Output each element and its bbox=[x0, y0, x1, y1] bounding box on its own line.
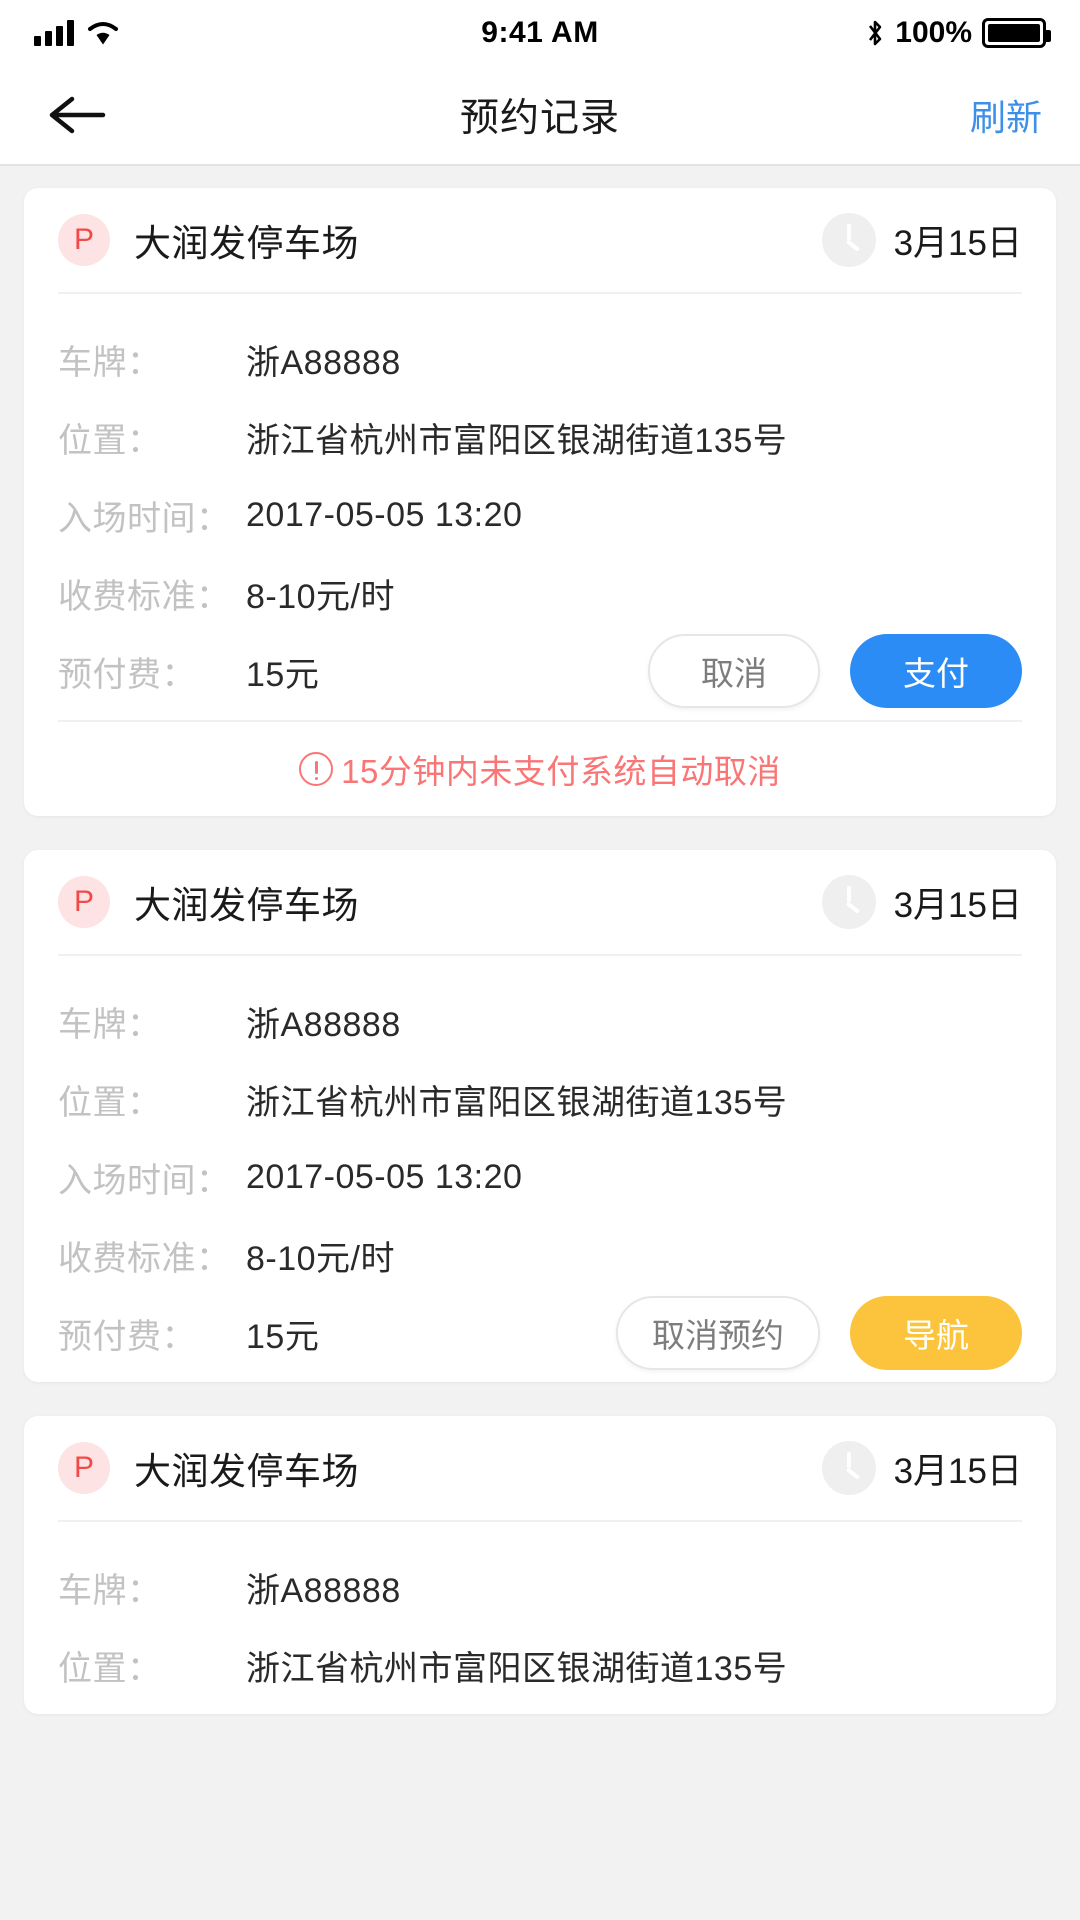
reservation-list[interactable]: P 大润发停车场 3月15日 车牌： 浙A88888 位置： 浙江省杭州市富阳区… bbox=[0, 166, 1080, 1920]
card-header: P 大润发停车场 3月15日 bbox=[58, 188, 1022, 294]
fee-standard-label: 收费标准： bbox=[58, 1239, 231, 1278]
status-bar: 9:41 AM 100% bbox=[0, 0, 1080, 66]
plate-label: 车牌： bbox=[58, 1571, 162, 1610]
page-title: 预约记录 bbox=[459, 97, 620, 140]
card-header: P 大润发停车场 3月15日 bbox=[58, 1416, 1022, 1522]
plate-row: 车牌： 浙A88888 bbox=[58, 982, 1022, 1060]
plate-row: 车牌： 浙A88888 bbox=[58, 320, 1022, 398]
location-value: 浙江省杭州市富阳区银湖街道135号 bbox=[246, 1649, 788, 1688]
pay-button[interactable]: 支付 bbox=[850, 634, 1022, 708]
card-header-right: 3月15日 bbox=[821, 1441, 1022, 1495]
card-actions: 取消 支付 bbox=[628, 634, 1022, 708]
plate-label: 车牌： bbox=[58, 1005, 162, 1044]
location-row: 位置： 浙江省杭州市富阳区银湖街道135号 bbox=[58, 1626, 1022, 1704]
reservation-date: 3月15日 bbox=[893, 885, 1022, 925]
plate-value: 浙A88888 bbox=[246, 343, 401, 382]
reservation-date: 3月15日 bbox=[893, 1451, 1022, 1491]
location-value: 浙江省杭州市富阳区银湖街道135号 bbox=[246, 1083, 788, 1122]
entry-time-row: 入场时间： 2017-05-05 13:20 bbox=[58, 1138, 1022, 1216]
battery-full-icon bbox=[982, 18, 1051, 48]
cancel-button[interactable]: 取消 bbox=[648, 634, 820, 708]
entry-time-label: 入场时间： bbox=[58, 1161, 231, 1200]
parking-lot-name: 大润发停车场 bbox=[134, 1451, 359, 1492]
location-row: 位置： 浙江省杭州市富阳区银湖街道135号 bbox=[58, 1060, 1022, 1138]
entry-time-row: 入场时间： 2017-05-05 13:20 bbox=[58, 476, 1022, 554]
prepay-row: 预付费： 15元 取消 支付 bbox=[58, 632, 1022, 710]
fee-standard-label: 收费标准： bbox=[58, 577, 231, 616]
card-header-right: 3月15日 bbox=[821, 213, 1022, 267]
prepay-value: 15元 bbox=[246, 1317, 320, 1356]
parking-badge-icon: P bbox=[58, 1442, 110, 1494]
clock-icon bbox=[821, 875, 876, 929]
cancel-reservation-button[interactable]: 取消预约 bbox=[616, 1296, 820, 1370]
card-header-right: 3月15日 bbox=[821, 875, 1022, 929]
location-value: 浙江省杭州市富阳区银湖街道135号 bbox=[246, 421, 788, 460]
prepay-row: 预付费： 15元 取消预约 导航 bbox=[58, 1294, 1022, 1372]
prepay-label: 预付费： bbox=[58, 655, 196, 694]
navigate-button[interactable]: 导航 bbox=[850, 1296, 1022, 1370]
parking-badge-icon: P bbox=[58, 214, 110, 266]
clock-icon bbox=[821, 213, 876, 267]
prepay-value: 15元 bbox=[246, 655, 320, 694]
reservation-card[interactable]: P 大润发停车场 3月15日 车牌： 浙A88888 位置： 浙江省杭州市富阳区… bbox=[24, 1416, 1056, 1714]
card-detail-rows: 车牌： 浙A88888 位置： 浙江省杭州市富阳区银湖街道135号 入场时间： … bbox=[58, 294, 1022, 720]
parking-lot-name: 大润发停车场 bbox=[134, 223, 359, 264]
card-header: P 大润发停车场 3月15日 bbox=[58, 850, 1022, 956]
entry-time-value: 2017-05-05 13:20 bbox=[246, 1157, 523, 1196]
card-detail-rows: 车牌： 浙A88888 位置： 浙江省杭州市富阳区银湖街道135号 入场时间： … bbox=[58, 956, 1022, 1382]
clock-icon bbox=[821, 1441, 876, 1495]
fee-standard-value: 8-10元/时 bbox=[246, 577, 395, 616]
reservation-card[interactable]: P 大润发停车场 3月15日 车牌： 浙A88888 位置： 浙江省杭州市富阳区… bbox=[24, 188, 1056, 816]
auto-cancel-notice-text: 15分钟内未支付系统自动取消 bbox=[341, 753, 781, 790]
parking-badge-icon: P bbox=[58, 876, 110, 928]
prepay-label: 预付费： bbox=[58, 1317, 196, 1356]
location-label: 位置： bbox=[58, 1649, 162, 1688]
exclamation-circle-icon bbox=[299, 752, 334, 786]
entry-time-label: 入场时间： bbox=[58, 499, 231, 538]
card-detail-rows: 车牌： 浙A88888 位置： 浙江省杭州市富阳区银湖街道135号 bbox=[58, 1522, 1022, 1714]
nav-bar: 预约记录 刷新 bbox=[0, 66, 1080, 166]
location-label: 位置： bbox=[58, 421, 162, 460]
plate-label: 车牌： bbox=[58, 343, 162, 382]
location-row: 位置： 浙江省杭州市富阳区银湖街道135号 bbox=[58, 398, 1022, 476]
plate-value: 浙A88888 bbox=[246, 1005, 401, 1044]
plate-row: 车牌： 浙A88888 bbox=[58, 1548, 1022, 1626]
entry-time-value: 2017-05-05 13:20 bbox=[246, 495, 523, 534]
fee-standard-row: 收费标准： 8-10元/时 bbox=[58, 1216, 1022, 1294]
fee-standard-value: 8-10元/时 bbox=[246, 1239, 395, 1278]
auto-cancel-notice: 15分钟内未支付系统自动取消 bbox=[58, 720, 1022, 816]
status-bar-time: 9:41 AM bbox=[481, 16, 599, 49]
location-label: 位置： bbox=[58, 1083, 162, 1122]
fee-standard-row: 收费标准： 8-10元/时 bbox=[58, 554, 1022, 632]
parking-lot-name: 大润发停车场 bbox=[134, 885, 359, 926]
reservation-date: 3月15日 bbox=[893, 223, 1022, 263]
reservation-card[interactable]: P 大润发停车场 3月15日 车牌： 浙A88888 位置： 浙江省杭州市富阳区… bbox=[24, 850, 1056, 1382]
refresh-button[interactable]: 刷新 bbox=[970, 89, 1042, 141]
plate-value: 浙A88888 bbox=[246, 1571, 401, 1610]
card-actions: 取消预约 导航 bbox=[596, 1296, 1022, 1370]
